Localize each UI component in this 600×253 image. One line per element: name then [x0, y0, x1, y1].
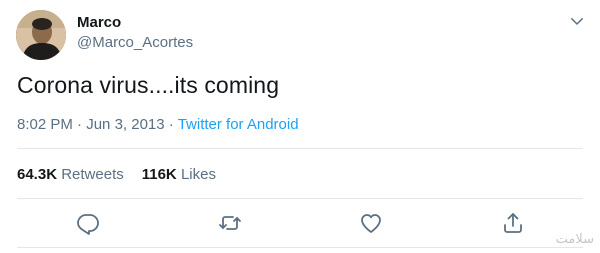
avatar[interactable]	[16, 10, 66, 60]
divider	[17, 148, 583, 149]
meta-separator: ·	[72, 116, 87, 133]
tweet-meta: 8:02 PM · Jun 3, 2013 · Twitter for Andr…	[17, 116, 299, 133]
tweet-time[interactable]: 8:02 PM	[17, 116, 73, 133]
watermark: سلامت	[555, 232, 594, 247]
retweets-count: 64.3K	[17, 166, 58, 183]
user-name[interactable]: Marco	[77, 14, 121, 31]
share-icon[interactable]	[501, 211, 525, 235]
divider	[17, 247, 583, 248]
divider	[17, 198, 583, 199]
retweets-stat[interactable]: 64.3K Retweets	[17, 166, 124, 183]
heart-icon[interactable]	[359, 211, 383, 235]
tweet-date[interactable]: Jun 3, 2013	[86, 116, 164, 133]
avatar-image	[16, 10, 66, 60]
tweet-stats: 64.3K Retweets 116K Likes	[17, 166, 216, 183]
action-bar	[0, 208, 600, 238]
meta-separator: ·	[164, 116, 178, 133]
chevron-down-icon[interactable]	[568, 12, 586, 30]
reply-icon[interactable]	[76, 211, 100, 235]
likes-stat[interactable]: 116K Likes	[142, 166, 216, 183]
tweet-card: Marco @Marco_Acortes Corona virus....its…	[0, 0, 600, 253]
retweets-label: Retweets	[61, 166, 124, 183]
likes-count: 116K	[141, 166, 177, 183]
user-handle[interactable]: @Marco_Acortes	[77, 34, 193, 51]
retweet-icon[interactable]	[218, 211, 242, 235]
tweet-source-link[interactable]: Twitter for Android	[178, 116, 299, 133]
tweet-text: Corona virus....its coming	[17, 72, 280, 98]
likes-label: Likes	[180, 166, 216, 183]
